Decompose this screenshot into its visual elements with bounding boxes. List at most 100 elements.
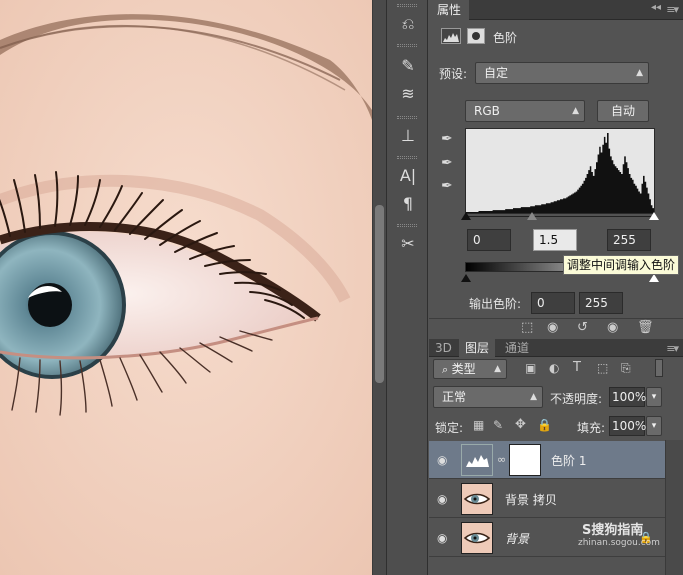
filter-kind-dropdown[interactable]: ⌕ 类型 ▲	[433, 359, 507, 379]
clip-to-layer-icon[interactable]: ⬚	[521, 320, 533, 335]
lock-all-icon[interactable]: 🔒	[537, 418, 552, 432]
view-previous-icon[interactable]: ◉	[547, 320, 558, 335]
preset-label: 预设:	[439, 67, 468, 81]
eye-icon[interactable]: ◉	[437, 531, 447, 545]
properties-footer: ⬚ ◉ ↺ ◉ 🗑	[429, 318, 683, 338]
brush-settings-icon[interactable]: ≋	[395, 82, 421, 106]
panel-icon-strip: ⎌ ✎ ≋ ⊥ A| ¶ ✂	[386, 0, 428, 575]
fill-label: 填充:	[577, 421, 606, 435]
layer-name[interactable]: 背景 拷贝	[505, 491, 557, 508]
visibility-icon[interactable]: ◉	[607, 320, 618, 335]
layer-row-levels[interactable]: ◉ ∞ 色阶 1	[429, 441, 665, 479]
tab-3d[interactable]: 3D	[429, 339, 458, 357]
filter-type-icon[interactable]: T	[573, 360, 581, 375]
levels-icon	[441, 28, 461, 44]
watermark-url: zhinan.sogou.com	[578, 538, 660, 548]
layer-name[interactable]: 色阶 1	[551, 452, 586, 469]
layers-tab-bar: 3D 图层 通道 ≡▾	[429, 339, 683, 357]
opacity-dropdown-icon[interactable]: ▾	[646, 387, 662, 407]
strip-grip[interactable]	[397, 224, 417, 227]
histogram	[465, 128, 655, 214]
histogram-area	[466, 133, 654, 213]
filter-adjustment-icon[interactable]: ◐	[549, 361, 559, 375]
filter-toggle[interactable]	[655, 359, 663, 377]
black-eyedropper-icon[interactable]: ✒	[441, 131, 453, 147]
output-levels-label: 输出色阶:	[469, 297, 522, 311]
output-black-handle[interactable]	[461, 274, 471, 282]
tab-properties[interactable]: 属性	[429, 0, 470, 20]
character-icon[interactable]: A|	[395, 164, 421, 188]
image-thumbnail	[461, 522, 493, 554]
properties-tab-bar: 属性 ◂◂ ≡▾	[429, 0, 683, 20]
strip-grip[interactable]	[397, 116, 417, 119]
fill-dropdown-icon[interactable]: ▾	[646, 416, 662, 436]
blend-mode-dropdown[interactable]: 正常 ▲	[433, 386, 543, 408]
updown-arrow-icon: ▲	[530, 392, 537, 402]
collapse-icon[interactable]: ◂◂	[651, 2, 661, 13]
white-eyedropper-icon[interactable]: ✒	[441, 178, 453, 194]
updown-arrow-icon: ▲	[636, 68, 643, 78]
canvas-vertical-scrollbar[interactable]	[372, 0, 386, 575]
reset-icon[interactable]: ↺	[577, 320, 588, 335]
watermark-brand: S搜狗指南	[582, 523, 644, 538]
histogram-graph	[466, 133, 654, 213]
channel-dropdown[interactable]: RGB ▲	[465, 100, 585, 122]
input-black-handle[interactable]	[461, 212, 471, 220]
output-black-field[interactable]: 0	[531, 292, 575, 314]
canvas-scroll-thumb[interactable]	[375, 205, 384, 383]
layers-menu-icon[interactable]: ≡▾	[666, 342, 679, 355]
lock-position-icon[interactable]: ✥	[515, 417, 526, 432]
strip-grip[interactable]	[397, 44, 417, 47]
output-white-handle[interactable]	[649, 274, 659, 282]
tab-layers[interactable]: 图层	[459, 339, 496, 357]
eye-photo	[0, 0, 372, 575]
document-canvas[interactable]	[0, 0, 372, 575]
fill-field[interactable]: 100%	[609, 416, 646, 436]
output-white-field[interactable]: 255	[579, 292, 623, 314]
opacity-field[interactable]: 100%	[609, 387, 646, 407]
filter-kind-value: 类型	[451, 362, 476, 376]
paragraph-icon[interactable]: ¶	[395, 192, 421, 216]
layer-row-background-copy[interactable]: ◉ 背景 拷贝	[429, 480, 665, 518]
mask-thumbnail[interactable]	[509, 444, 541, 476]
mask-icon[interactable]	[467, 28, 485, 44]
chain-link-icon[interactable]: ∞	[497, 453, 506, 466]
filter-pixel-icon[interactable]: ▣	[525, 361, 536, 375]
tool-presets-icon[interactable]: ✂	[395, 232, 421, 256]
eye-icon[interactable]: ◉	[437, 453, 447, 467]
brush-presets-icon[interactable]: ✎	[395, 54, 421, 78]
input-gamma-handle[interactable]	[527, 212, 537, 220]
preset-value: 自定	[484, 66, 509, 80]
input-black-field[interactable]: 0	[467, 229, 511, 251]
panel-menu-icon[interactable]: ≡▾	[666, 3, 679, 16]
tab-channels[interactable]: 通道	[499, 339, 535, 357]
updown-arrow-icon: ▲	[572, 106, 579, 116]
history-icon[interactable]: ⎌	[395, 12, 421, 36]
layer-name[interactable]: 背景	[505, 530, 529, 547]
image-thumbnail	[461, 483, 493, 515]
input-gamma-field[interactable]: 1.5	[533, 229, 577, 251]
filter-smart-object-icon[interactable]: ⎘	[621, 361, 631, 376]
lock-label: 锁定:	[435, 421, 464, 435]
updown-arrow-icon: ▲	[494, 364, 501, 374]
layers-scrollbar[interactable]	[665, 440, 683, 575]
clone-source-icon[interactable]: ⊥	[395, 124, 421, 148]
preset-dropdown[interactable]: 自定 ▲	[475, 62, 649, 84]
adjustment-thumbnail	[461, 444, 493, 476]
input-white-handle[interactable]	[649, 212, 659, 220]
input-slider-track[interactable]	[465, 216, 655, 217]
lock-image-icon[interactable]: ✎	[493, 418, 503, 432]
search-icon: ⌕	[442, 363, 452, 376]
delete-icon[interactable]: 🗑	[637, 320, 654, 335]
eye-icon[interactable]: ◉	[437, 492, 447, 506]
opacity-label: 不透明度:	[550, 392, 603, 406]
gray-eyedropper-icon[interactable]: ✒	[441, 155, 453, 171]
strip-grip[interactable]	[397, 4, 417, 7]
tooltip: 调整中间调输入色阶	[563, 255, 680, 275]
auto-button[interactable]: 自动	[597, 100, 649, 122]
strip-grip[interactable]	[397, 156, 417, 159]
filter-shape-icon[interactable]: ⬚	[597, 361, 608, 375]
properties-panel: 属性 ◂◂ ≡▾ 色阶 预设: 自定 ▲ RGB ▲ 自动 ✒ ✒ ✒ 0 1.5 …	[429, 0, 683, 338]
input-white-field[interactable]: 255	[607, 229, 651, 251]
lock-transparent-icon[interactable]: ▦	[473, 418, 484, 432]
